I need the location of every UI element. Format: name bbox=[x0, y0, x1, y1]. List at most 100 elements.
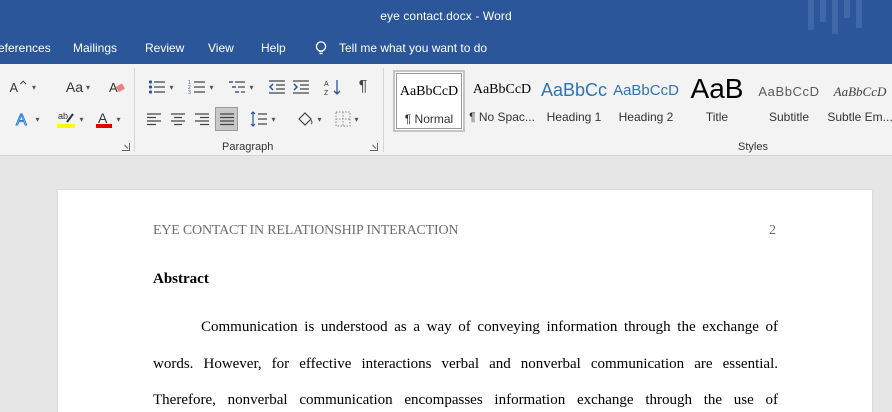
ribbon: A ▾ Aa ▾ A A ▾ ab ▾ A ▾ ▾ 1 2 3 ▾ ▾ A Z … bbox=[0, 64, 892, 156]
sort-icon: A Z bbox=[324, 80, 341, 96]
change-case-icon: Aa bbox=[65, 79, 84, 95]
svg-text:A: A bbox=[98, 110, 108, 126]
justify-button[interactable] bbox=[215, 107, 238, 131]
align-center-button[interactable] bbox=[168, 108, 188, 130]
clear-formatting-button[interactable]: A bbox=[106, 76, 128, 98]
grow-font-icon: A bbox=[10, 80, 27, 95]
text-effects-icon: A bbox=[16, 112, 28, 129]
style-name: ¶ Normal bbox=[404, 112, 454, 126]
style-sample: AaBbCcD bbox=[758, 84, 820, 99]
clear-formatting-icon: A bbox=[109, 80, 125, 95]
chevron-down-icon: ▾ bbox=[35, 114, 40, 124]
align-center-icon bbox=[171, 113, 185, 126]
abstract-heading: Abstract bbox=[153, 271, 209, 287]
font-dialog-launcher[interactable] bbox=[122, 143, 130, 151]
svg-text:A: A bbox=[16, 112, 27, 128]
numbered-list-icon: 1 2 3 bbox=[188, 80, 206, 95]
line-spacing-icon bbox=[251, 111, 268, 127]
style-heading-1[interactable]: AaBbCc Heading 1 bbox=[539, 70, 609, 132]
style-normal[interactable]: AaBbCcD ¶ Normal bbox=[393, 70, 465, 132]
styles-group-label: Styles bbox=[738, 141, 768, 153]
tab-references[interactable]: eferences bbox=[0, 41, 51, 55]
chevron-down-icon: ▾ bbox=[209, 82, 214, 92]
tell-me-text: Tell me what you want to do bbox=[339, 41, 488, 55]
font-color-icon: A bbox=[96, 110, 113, 128]
bullets-button[interactable]: ▾ bbox=[144, 76, 178, 98]
tab-view[interactable]: View bbox=[208, 41, 234, 55]
body-line: Communication is understood as a way of … bbox=[201, 319, 778, 335]
highlight-color-button[interactable]: ab ▾ bbox=[52, 108, 88, 130]
multilevel-list-icon bbox=[229, 81, 246, 93]
chevron-down-icon: ▾ bbox=[271, 114, 276, 124]
line-spacing-button[interactable]: ▾ bbox=[246, 108, 280, 130]
style-heading-2[interactable]: AaBbCcD Heading 2 bbox=[611, 70, 681, 132]
paragraph-dialog-launcher[interactable] bbox=[370, 143, 378, 151]
style-name: ¶ No Spac... bbox=[469, 110, 535, 124]
show-hide-marks-button[interactable]: ¶ bbox=[352, 76, 374, 98]
chevron-down-icon: ▾ bbox=[31, 82, 36, 92]
borders-icon bbox=[335, 111, 351, 127]
chevron-down-icon: ▾ bbox=[116, 114, 121, 124]
tell-me-search[interactable]: Tell me what you want to do bbox=[313, 40, 487, 56]
body-line: words. However, for effective interactio… bbox=[153, 356, 778, 372]
window-title: eye contact.docx - Word bbox=[380, 9, 512, 23]
style-sample: AaB bbox=[690, 73, 744, 104]
style-name: Subtitle bbox=[768, 110, 810, 124]
decrease-indent-button[interactable] bbox=[266, 76, 288, 98]
ribbon-tabs: eferences Mailings Review View Help Tell… bbox=[0, 34, 892, 64]
body-line: Therefore, nonverbal communication encom… bbox=[153, 392, 778, 408]
font-color-button[interactable]: A ▾ bbox=[90, 108, 126, 130]
justify-icon bbox=[219, 113, 234, 126]
svg-text:ab: ab bbox=[58, 111, 68, 121]
align-left-icon bbox=[147, 113, 161, 126]
multilevel-list-button[interactable]: ▾ bbox=[224, 76, 258, 98]
tab-mailings[interactable]: Mailings bbox=[73, 41, 117, 55]
style-sample: AaBbCcD bbox=[399, 84, 459, 99]
bullet-list-icon bbox=[149, 80, 166, 94]
grow-shrink-font-button[interactable]: A ▾ bbox=[0, 76, 36, 98]
decrease-indent-icon bbox=[268, 80, 285, 94]
borders-button[interactable]: ▾ bbox=[330, 108, 364, 130]
shading-button[interactable]: ▾ bbox=[292, 108, 326, 130]
align-left-button[interactable] bbox=[144, 108, 164, 130]
svg-text:A: A bbox=[324, 81, 329, 88]
group-separator bbox=[383, 68, 384, 152]
svg-text:3: 3 bbox=[188, 90, 191, 95]
style-sample: AaBbCcD bbox=[613, 82, 679, 99]
style-name: Heading 1 bbox=[546, 110, 602, 124]
text-effects-button[interactable]: A ▾ bbox=[8, 108, 46, 130]
tab-help[interactable]: Help bbox=[261, 41, 286, 55]
style-no-spacing[interactable]: AaBbCcD ¶ No Spac... bbox=[467, 70, 537, 132]
style-title[interactable]: AaB Title bbox=[683, 70, 751, 132]
running-head: EYE CONTACT IN RELATIONSHIP INTERACTION bbox=[153, 223, 459, 238]
chevron-down-icon: ▾ bbox=[79, 114, 84, 124]
chevron-down-icon: ▾ bbox=[249, 82, 254, 92]
group-separator bbox=[134, 68, 135, 152]
change-case-button[interactable]: Aa ▾ bbox=[62, 76, 94, 98]
paint-bucket-icon bbox=[298, 112, 313, 126]
chevron-down-icon: ▾ bbox=[169, 82, 174, 92]
tab-review[interactable]: Review bbox=[145, 41, 184, 55]
paragraph-group-label: Paragraph bbox=[222, 141, 274, 153]
increase-indent-icon bbox=[293, 80, 309, 94]
sort-button[interactable]: A Z bbox=[322, 76, 344, 98]
numbering-button[interactable]: 1 2 3 ▾ bbox=[184, 76, 218, 98]
align-right-icon bbox=[195, 113, 209, 126]
title-bar: eye contact.docx - Word bbox=[0, 0, 892, 34]
lightbulb-icon bbox=[315, 41, 327, 55]
chevron-down-icon: ▾ bbox=[86, 82, 91, 92]
title-bar-pattern bbox=[804, 0, 874, 34]
align-right-button[interactable] bbox=[192, 108, 212, 130]
pilcrow-icon: ¶ bbox=[358, 78, 368, 95]
increase-indent-button[interactable] bbox=[290, 76, 312, 98]
style-name: Subtle Em... bbox=[827, 110, 892, 124]
style-subtle-emphasis[interactable]: AaBbCcD Subtle Em... bbox=[827, 70, 892, 132]
svg-text:Z: Z bbox=[324, 90, 329, 96]
style-sample: AaBbCcD bbox=[833, 84, 887, 99]
style-subtitle[interactable]: AaBbCcD Subtitle bbox=[753, 70, 825, 132]
chevron-down-icon: ▾ bbox=[354, 114, 359, 124]
highlighter-icon: ab bbox=[57, 111, 76, 128]
svg-text:A: A bbox=[10, 81, 19, 95]
document-page[interactable]: EYE CONTACT IN RELATIONSHIP INTERACTION … bbox=[58, 190, 872, 412]
style-name: Heading 2 bbox=[618, 110, 674, 124]
